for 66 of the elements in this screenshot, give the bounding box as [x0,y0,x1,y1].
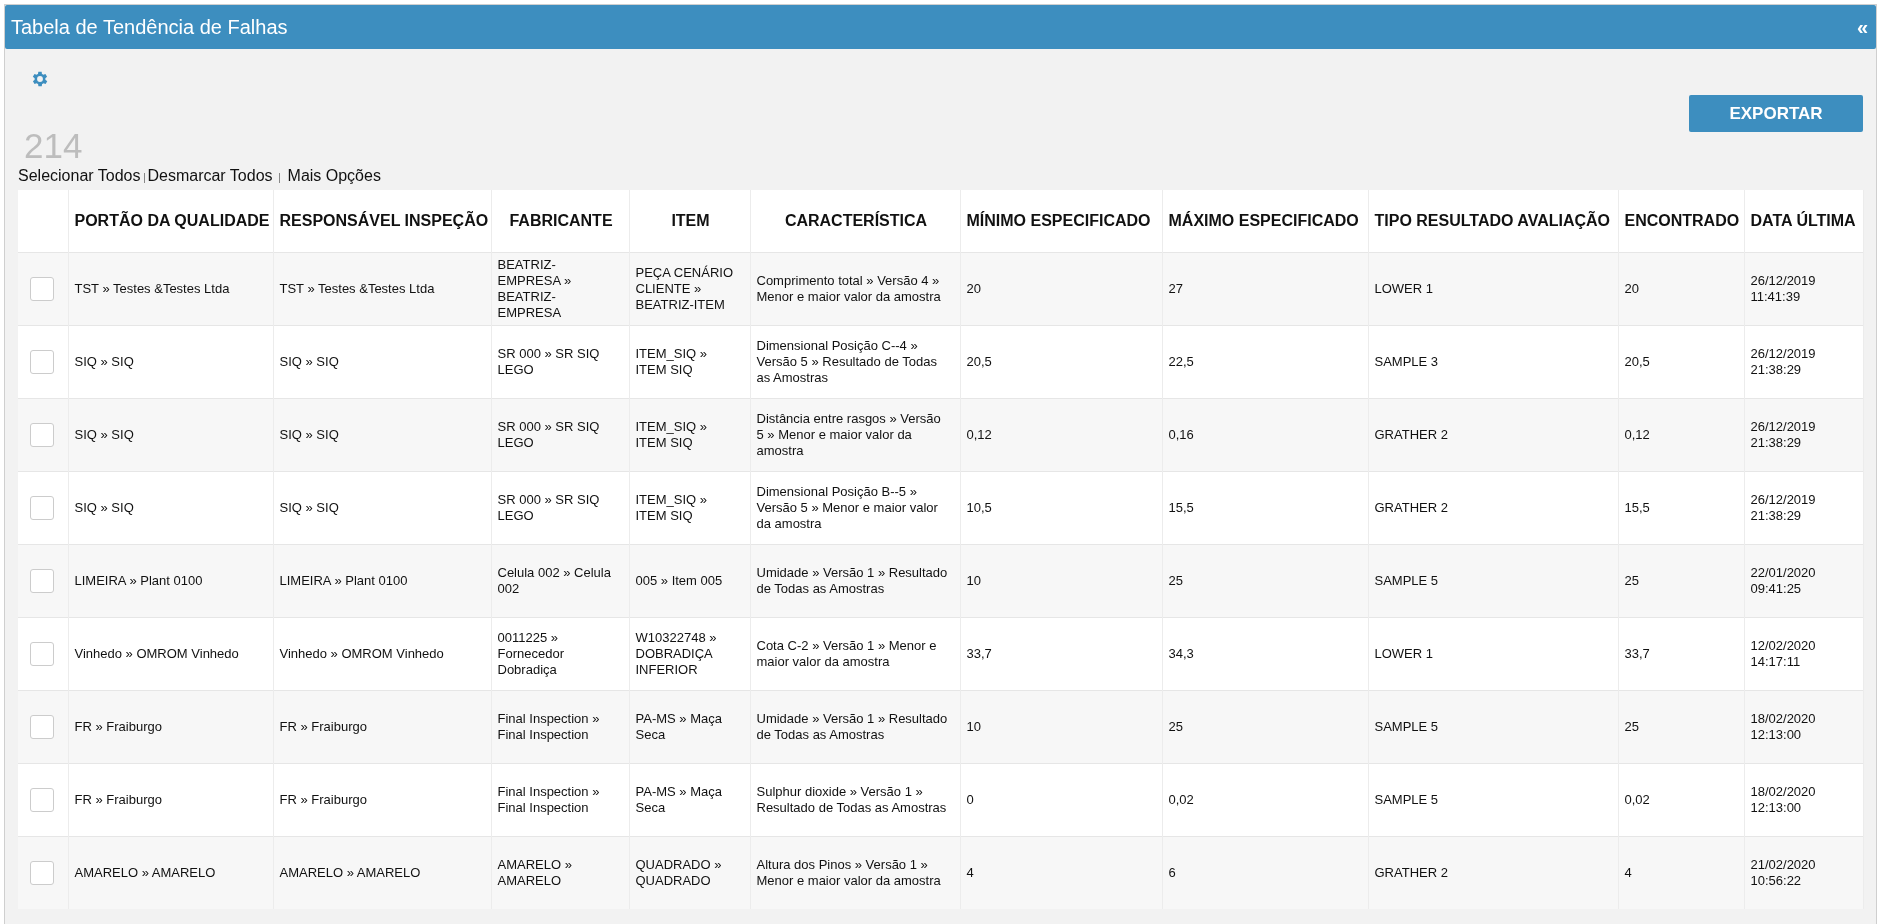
table-cell: FR » Fraiburgo [68,690,273,764]
table-cell: 21/02/2020 10:56:22 [1744,836,1863,909]
row-checkbox[interactable] [30,788,54,812]
table-cell: 6 [1162,836,1368,909]
table-cell: LIMEIRA » Plant 0100 [68,544,273,618]
table-cell: 20 [1618,252,1744,326]
table-cell: AMARELO » AMARELO [491,836,629,909]
table-cell: 25 [1162,690,1368,764]
action-link[interactable]: Selecionar Todos [18,167,141,185]
row-checkbox[interactable] [30,423,54,447]
table-cell: SR 000 » SR SIQ LEGO [491,398,629,472]
table-cell: 0,12 [960,398,1162,472]
table-cell: BEATRIZ-EMPRESA » BEATRIZ-EMPRESA [491,252,629,326]
table-cell: 4 [960,836,1162,909]
table-cell: SAMPLE 5 [1368,544,1618,618]
table-cell: Celula 002 » Celula 002 [491,544,629,618]
table-cell: AMARELO » AMARELO [273,836,491,909]
table-cell: FR » Fraiburgo [273,690,491,764]
action-link[interactable]: Desmarcar Todos [147,167,273,185]
table-cell: QUADRADO » QUADRADO [629,836,750,909]
table-cell: PEÇA CENÁRIO CLIENTE » BEATRIZ-ITEM [629,252,750,326]
table-cell: LOWER 1 [1368,252,1618,326]
table-cell: GRATHER 2 [1368,398,1618,472]
export-button[interactable]: EXPORTAR [1689,95,1863,132]
table-cell: 20 [960,252,1162,326]
table-cell: GRATHER 2 [1368,836,1618,909]
settings-icon[interactable] [30,69,50,89]
table-cell: ITEM_SIQ » ITEM SIQ [629,398,750,472]
row-checkbox[interactable] [30,496,54,520]
table-cell: Umidade » Versão 1 » Resultado de Todas as Amostras [750,544,960,618]
table-cell: 10 [960,690,1162,764]
row-checkbox[interactable] [30,642,54,666]
table-cell: Umidade » Versão 1 » Resultado de Todas as Amostras [750,690,960,764]
table-cell: SIQ » SIQ [68,398,273,472]
table-cell: PA-MS » Maça Seca [629,690,750,764]
table-cell: LIMEIRA » Plant 0100 [273,544,491,618]
table-cell: Final Inspection » Final Inspection [491,690,629,764]
row-checkbox[interactable] [30,277,54,301]
table-cell: TST » Testes &Testes Ltda [273,252,491,326]
table-cell: 22/01/2020 09:41:25 [1744,544,1863,618]
row-checkbox[interactable] [30,350,54,374]
table-cell: 25 [1618,690,1744,764]
table-cell: Altura dos Pinos » Versão 1 » Menor e maior valor da amostra [750,836,960,909]
table-cell: Distância entre rasgos » Versão 5 » Menor e maior valor da amostra [750,398,960,472]
row-checkbox[interactable] [30,715,54,739]
table-cell: 26/12/2019 11:41:39 [1744,252,1863,326]
table-cell: 25 [1618,544,1744,618]
table-cell: TST » Testes &Testes Ltda [68,252,273,326]
table-cell: 4 [1618,836,1744,909]
row-checkbox[interactable] [30,569,54,593]
table-cell: AMARELO » AMARELO [68,836,273,909]
table-cell: 26/12/2019 21:38:29 [1744,398,1863,472]
collapse-button[interactable]: « [1856,15,1868,39]
panel-title: Tabela de Tendência de Falhas [11,15,288,39]
table-cell: 0,12 [1618,398,1744,472]
table-cell: 10 [960,544,1162,618]
table-cell: 0,16 [1162,398,1368,472]
row-checkbox[interactable] [30,861,54,885]
table-cell: Comprimento total » Versão 4 » Menor e maior valor da amostra [750,252,960,326]
table-cell: SIQ » SIQ [273,398,491,472]
table-cell: 005 » Item 005 [629,544,750,618]
action-link[interactable]: Mais Opções [287,167,381,185]
table-cell: 27 [1162,252,1368,326]
table-cell: 25 [1162,544,1368,618]
table-cell: 18/02/2020 12:13:00 [1744,690,1863,764]
table-cell: SAMPLE 5 [1368,690,1618,764]
